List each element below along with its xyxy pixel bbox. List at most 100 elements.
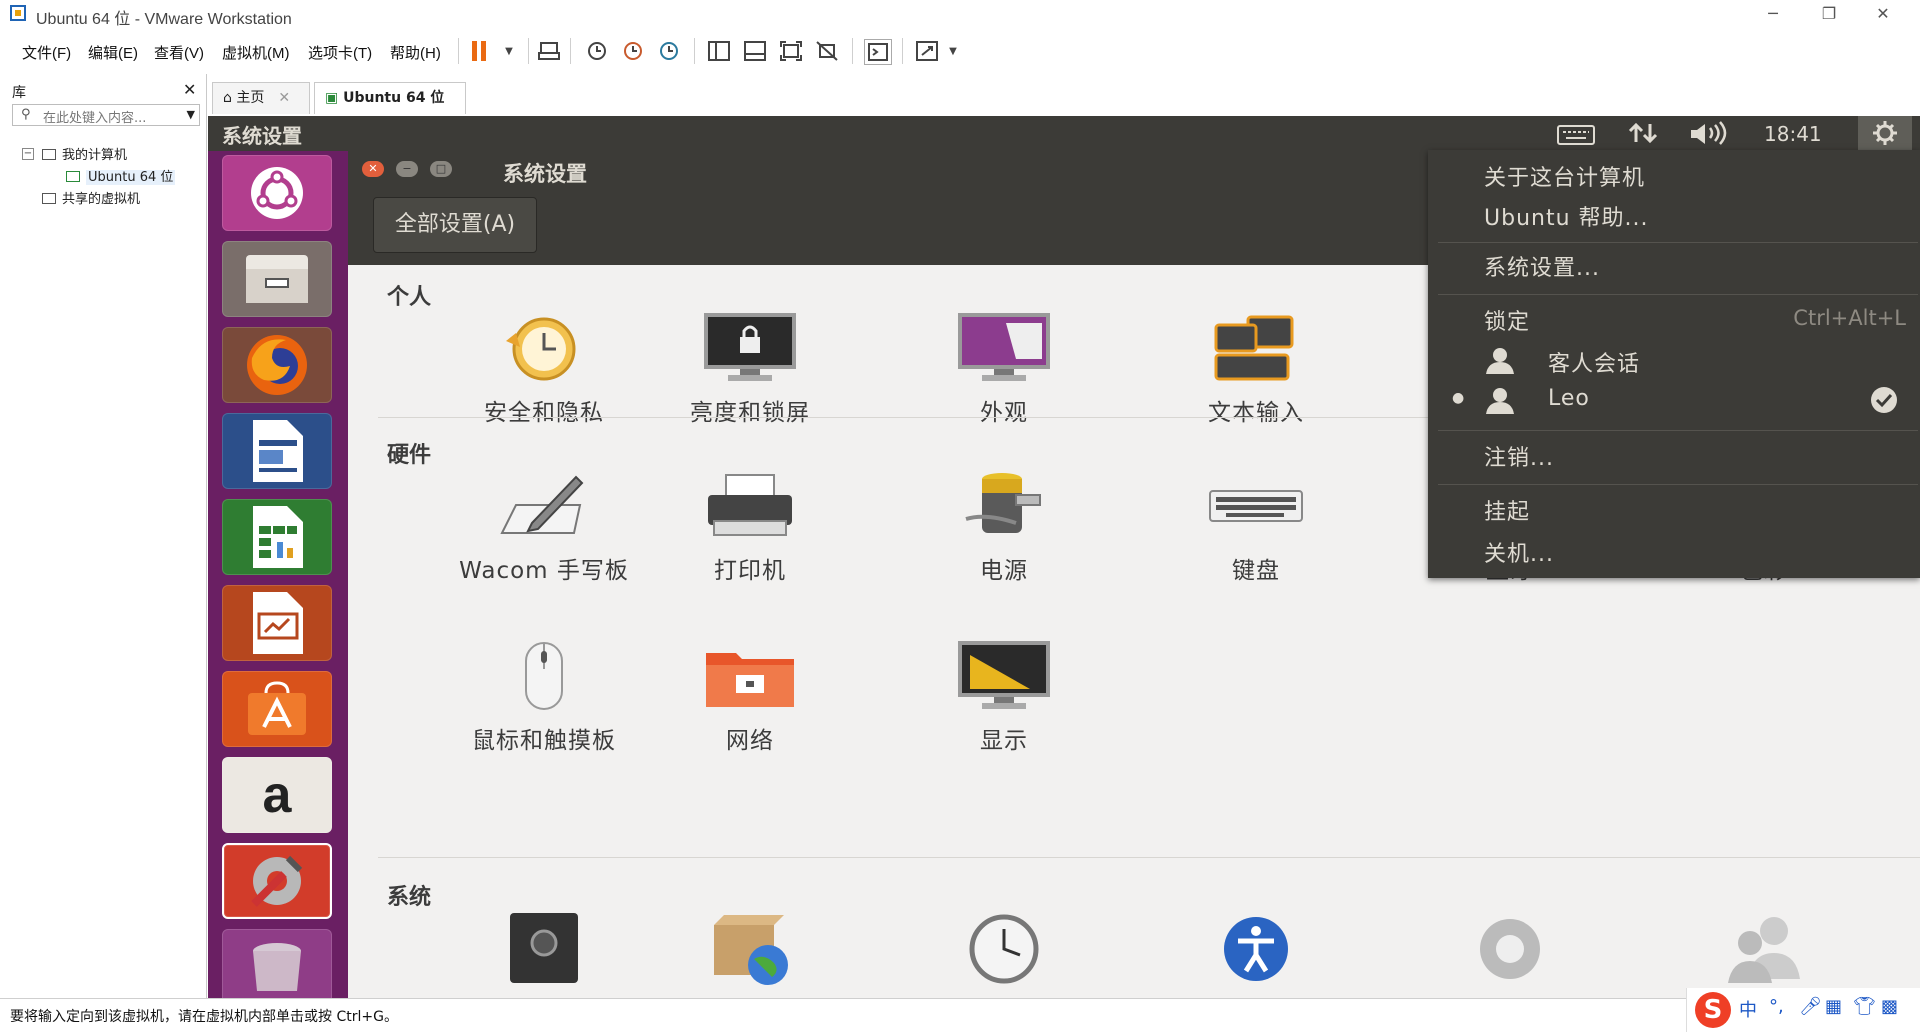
tree-item-ubuntu-vm[interactable]: Ubuntu 64 位 bbox=[66, 166, 176, 185]
tree-collapse-icon[interactable]: − bbox=[22, 148, 34, 160]
ime-skin-icon[interactable]: 👕︎ bbox=[1853, 996, 1876, 1017]
time-date-item[interactable] bbox=[914, 909, 1094, 985]
backups-item[interactable] bbox=[454, 909, 634, 985]
text-entry-item[interactable]: 文本输入 bbox=[1166, 311, 1346, 430]
ime-punctuation-icon[interactable]: °, bbox=[1769, 996, 1784, 1017]
ime-chinese-mode[interactable]: 中 bbox=[1739, 996, 1757, 1022]
session-gear-icon[interactable] bbox=[1858, 116, 1912, 151]
window-minimize-icon[interactable]: − bbox=[396, 161, 418, 177]
stretch-guest-icon[interactable] bbox=[914, 39, 940, 63]
menu-shutdown[interactable]: 关机... bbox=[1484, 536, 1554, 568]
pause-icon[interactable] bbox=[466, 39, 492, 63]
security-privacy-item[interactable]: 安全和隐私 bbox=[454, 311, 634, 430]
keyboard-item[interactable]: 键盘 bbox=[1166, 469, 1346, 588]
display-icon bbox=[956, 639, 1052, 715]
power-battery-icon bbox=[956, 469, 1052, 545]
menu-about-computer[interactable]: 关于这台计算机 bbox=[1484, 160, 1645, 192]
sogou-ime-logo[interactable]: S bbox=[1695, 992, 1731, 1028]
menu-user-leo[interactable]: Leo bbox=[1548, 386, 1590, 411]
menu-tabs[interactable]: 选项卡(T) bbox=[308, 42, 372, 63]
snapshot-icon[interactable] bbox=[584, 39, 610, 63]
tab-home[interactable]: ⌂ 主页 ✕ bbox=[212, 82, 310, 114]
thumbnail-bar-icon[interactable] bbox=[742, 39, 768, 63]
chevron-down-icon[interactable]: ▼ bbox=[187, 108, 195, 121]
menu-ubuntu-help[interactable]: Ubuntu 帮助... bbox=[1484, 200, 1649, 232]
wacom-tablet-item[interactable]: Wacom 手写板 bbox=[454, 469, 634, 588]
revert-snapshot-icon[interactable] bbox=[620, 39, 646, 63]
menu-view[interactable]: 查看(V) bbox=[154, 42, 204, 63]
network-folder-icon bbox=[702, 639, 798, 715]
restore-button[interactable]: ❐ bbox=[1806, 0, 1852, 30]
ime-keyboard-icon[interactable]: ▦ bbox=[1825, 996, 1842, 1017]
network-indicator-icon[interactable] bbox=[1626, 120, 1662, 151]
all-settings-button[interactable]: 全部设置(A) bbox=[373, 197, 537, 253]
universal-access-item[interactable] bbox=[1166, 909, 1346, 985]
section-personal: 个人 bbox=[387, 285, 432, 310]
software-updates-item[interactable] bbox=[660, 909, 840, 985]
window-maximize-icon[interactable]: □ bbox=[430, 161, 452, 177]
trash-icon[interactable] bbox=[222, 929, 332, 998]
tree-label: 我的计算机 bbox=[62, 148, 128, 163]
libreoffice-writer-icon[interactable] bbox=[222, 413, 332, 489]
home-icon: ⌂ bbox=[223, 90, 232, 106]
dash-home-icon[interactable] bbox=[222, 155, 332, 231]
menu-guest-session[interactable]: 客人会话 bbox=[1548, 346, 1640, 378]
power-item[interactable]: 电源 bbox=[914, 469, 1094, 588]
guest-display[interactable]: 系统设置 18:41 a ✕ − □ 系统设置 全部设置(A) 个人 安全和隐私… bbox=[208, 116, 1920, 998]
volume-indicator-icon[interactable] bbox=[1688, 120, 1732, 151]
firefox-icon[interactable] bbox=[222, 327, 332, 403]
microphone-icon[interactable]: 🎤︎ bbox=[1799, 996, 1822, 1017]
menu-edit[interactable]: 编辑(E) bbox=[88, 42, 138, 63]
libreoffice-calc-icon[interactable] bbox=[222, 499, 332, 575]
unity-mode-icon[interactable] bbox=[814, 39, 840, 63]
console-view-icon[interactable] bbox=[864, 39, 892, 65]
menu-lock[interactable]: 锁定 bbox=[1484, 304, 1530, 336]
user-accounts-item[interactable] bbox=[1674, 909, 1854, 985]
menu-bar: 文件(F) 编辑(E) 查看(V) 虚拟机(M) 选项卡(T) 帮助(H) ▼ … bbox=[0, 30, 1920, 72]
printers-item[interactable]: 打印机 bbox=[660, 469, 840, 588]
brightness-lock-item[interactable]: 亮度和锁屏 bbox=[660, 311, 840, 430]
close-button[interactable]: ✕ bbox=[1860, 0, 1906, 30]
network-item[interactable]: 网络 bbox=[660, 639, 840, 758]
library-search-input[interactable]: ⚲ 在此处键入内容... ▼ bbox=[12, 104, 200, 126]
full-screen-icon[interactable] bbox=[778, 39, 804, 63]
panel-app-title: 系统设置 bbox=[222, 124, 302, 148]
tab-ubuntu[interactable]: ▣ Ubuntu 64 位✕ bbox=[314, 82, 466, 136]
menu-separator bbox=[1438, 430, 1918, 431]
security-privacy-icon bbox=[496, 311, 592, 387]
amazon-icon[interactable]: a bbox=[222, 757, 332, 833]
menu-logout[interactable]: 注销... bbox=[1484, 440, 1554, 472]
library-close-icon[interactable]: ✕ bbox=[183, 80, 196, 99]
tree-item-my-computer[interactable]: 我的计算机 bbox=[42, 144, 127, 163]
stretch-dropdown-icon[interactable]: ▼ bbox=[940, 39, 966, 63]
menu-file[interactable]: 文件(F) bbox=[22, 42, 71, 63]
minimize-button[interactable]: ─ bbox=[1750, 0, 1796, 30]
show-library-icon[interactable] bbox=[706, 39, 732, 63]
keyboard-indicator-icon[interactable] bbox=[1556, 120, 1596, 151]
tree-item-shared-vms[interactable]: 共享的虚拟机 bbox=[42, 188, 140, 207]
shared-vm-icon bbox=[42, 193, 56, 204]
system-settings-launcher-icon[interactable] bbox=[222, 843, 332, 919]
send-ctrl-alt-del-icon[interactable] bbox=[536, 39, 562, 63]
mouse-touchpad-item[interactable]: 鼠标和触摸板 bbox=[454, 639, 634, 758]
libreoffice-impress-icon[interactable] bbox=[222, 585, 332, 661]
snapshot-manager-icon[interactable] bbox=[656, 39, 682, 63]
tree-label: 共享的虚拟机 bbox=[62, 192, 141, 207]
software-center-icon[interactable] bbox=[222, 671, 332, 747]
panel-clock[interactable]: 18:41 bbox=[1764, 122, 1822, 146]
pause-dropdown-icon[interactable]: ▼ bbox=[496, 39, 522, 63]
displays-item[interactable]: 显示 bbox=[914, 639, 1094, 758]
menu-system-settings[interactable]: 系统设置... bbox=[1484, 250, 1600, 282]
item-label: 鼠标和触摸板 bbox=[472, 728, 616, 754]
window-close-icon[interactable]: ✕ bbox=[362, 161, 384, 177]
menu-vm[interactable]: 虚拟机(M) bbox=[222, 42, 290, 63]
menu-separator bbox=[1438, 242, 1918, 243]
menu-suspend[interactable]: 挂起 bbox=[1484, 494, 1530, 526]
appearance-item[interactable]: 外观 bbox=[914, 311, 1094, 430]
files-icon[interactable] bbox=[222, 241, 332, 317]
details-item[interactable] bbox=[1420, 909, 1600, 985]
tab-label: Ubuntu 64 位 bbox=[343, 90, 445, 106]
menu-help[interactable]: 帮助(H) bbox=[390, 42, 441, 63]
tab-close-icon[interactable]: ✕ bbox=[278, 90, 290, 106]
ime-toolbox-icon[interactable]: ▩ bbox=[1881, 996, 1898, 1017]
